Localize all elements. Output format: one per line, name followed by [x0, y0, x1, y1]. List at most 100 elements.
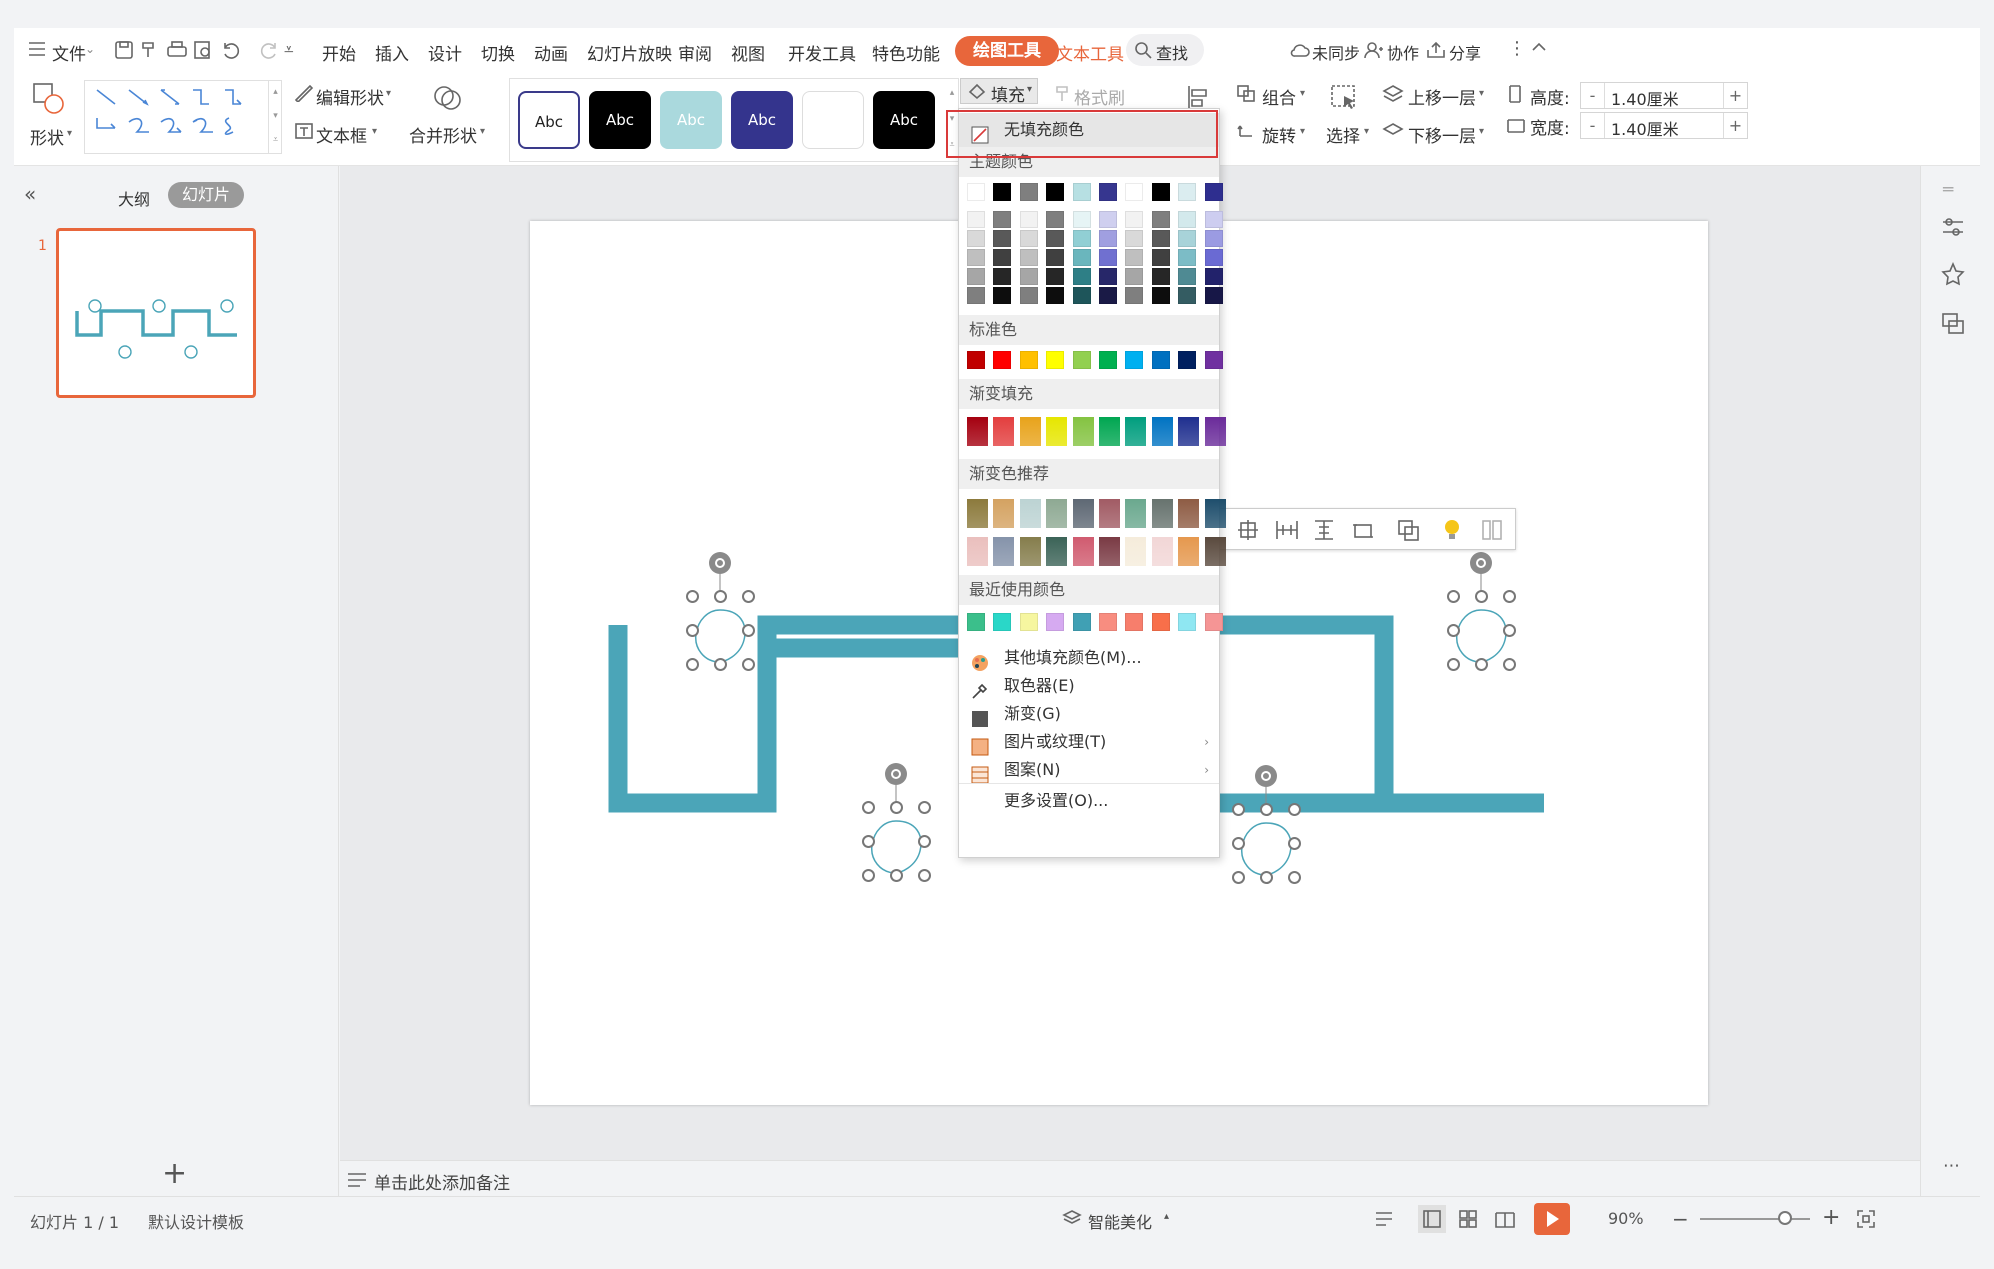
height-field[interactable]: - 1.40厘米 + — [1580, 82, 1748, 109]
gradient-fill-swatch[interactable] — [1099, 417, 1120, 446]
distribute-horizontal-icon[interactable] — [1275, 519, 1299, 546]
gradient-fill-swatch[interactable] — [1125, 417, 1147, 446]
gradient-fill-swatch[interactable] — [1019, 417, 1041, 446]
theme-color-swatch[interactable] — [1072, 183, 1091, 201]
theme-shade-swatch[interactable] — [1204, 268, 1223, 285]
animation-star-icon[interactable] — [1941, 261, 1965, 291]
resize-handle[interactable] — [1446, 589, 1460, 603]
notes-view-icon[interactable] — [1374, 1209, 1400, 1234]
theme-shade-swatch[interactable] — [1019, 249, 1038, 266]
gradient-fill-swatch[interactable] — [1204, 417, 1226, 446]
customize-toolbar-icon[interactable]: ⩡ — [284, 40, 294, 60]
theme-color-swatch[interactable] — [1125, 183, 1144, 201]
gradient-recommend-swatch[interactable] — [967, 499, 988, 528]
theme-shade-swatch[interactable] — [1204, 230, 1223, 247]
standard-color-swatch[interactable] — [1151, 351, 1170, 369]
recent-color-swatch[interactable] — [1019, 613, 1038, 631]
crop-icon[interactable] — [1351, 519, 1375, 546]
theme-shade-swatch[interactable] — [1125, 249, 1144, 266]
chevron-down-icon[interactable]: ▾ — [1364, 126, 1369, 137]
theme-color-swatch[interactable] — [993, 183, 1012, 201]
theme-shade-swatch[interactable] — [993, 287, 1012, 304]
slide-thumbnail[interactable] — [56, 228, 256, 398]
select-button[interactable]: 选择 — [1326, 122, 1360, 147]
height-increment[interactable]: + — [1723, 83, 1747, 108]
resize-handle[interactable] — [1287, 870, 1301, 884]
tab-special[interactable]: 特色功能 — [872, 40, 940, 65]
edit-shape-icon[interactable] — [294, 84, 314, 107]
resize-handle[interactable] — [917, 800, 931, 814]
theme-shade-swatch[interactable] — [1046, 287, 1065, 304]
fill-option[interactable]: 更多设置(O)... — [959, 783, 1219, 817]
theme-shade-swatch[interactable] — [1046, 268, 1065, 285]
gradient-recommend-swatch[interactable] — [1099, 499, 1120, 528]
rotate-handle-icon[interactable] — [1470, 552, 1492, 574]
gradient-recommend-swatch[interactable] — [1151, 537, 1173, 566]
zoom-slider[interactable] — [1700, 1211, 1810, 1225]
group-button[interactable]: 组合 — [1262, 84, 1296, 109]
fill-button[interactable]: 填充 ▾ — [960, 78, 1038, 106]
style-black-2[interactable]: Abc — [873, 91, 935, 149]
theme-shade-swatch[interactable] — [1046, 249, 1065, 266]
standard-color-swatch[interactable] — [1204, 351, 1223, 369]
bring-forward-icon[interactable] — [1382, 84, 1404, 109]
tab-transition[interactable]: 切换 — [481, 40, 515, 65]
resize-handle[interactable] — [1287, 836, 1301, 850]
recent-color-swatch[interactable] — [967, 613, 985, 631]
shape-gallery[interactable] — [84, 80, 282, 154]
rotate-icon[interactable] — [1236, 122, 1256, 145]
gradient-recommend-swatch[interactable] — [1099, 537, 1120, 566]
theme-color-swatch[interactable] — [1178, 183, 1197, 201]
resize-handle[interactable] — [685, 657, 699, 671]
standard-color-swatch[interactable] — [1099, 351, 1117, 369]
theme-shade-swatch[interactable] — [993, 268, 1012, 285]
gradient-recommend-swatch[interactable] — [1072, 537, 1094, 566]
tab-design[interactable]: 设计 — [428, 40, 462, 65]
more-vertical-icon[interactable]: ⋮ — [1508, 38, 1526, 59]
textbox-icon[interactable] — [294, 122, 314, 145]
selected-shape[interactable] — [856, 763, 936, 883]
theme-shade-swatch[interactable] — [1099, 249, 1117, 266]
resize-handle[interactable] — [861, 868, 875, 882]
bring-forward-button[interactable]: 上移一层 — [1408, 84, 1476, 109]
gradient-recommend-swatch[interactable] — [993, 499, 1015, 528]
theme-shade-swatch[interactable] — [1099, 268, 1117, 285]
transition-icon[interactable] — [1941, 312, 1965, 341]
recent-color-swatch[interactable] — [1099, 613, 1117, 631]
theme-shade-swatch[interactable] — [1099, 230, 1117, 247]
width-increment[interactable]: + — [1723, 113, 1747, 138]
chevron-down-icon[interactable]: ▾ — [1479, 88, 1484, 99]
theme-shade-swatch[interactable] — [1151, 230, 1170, 247]
gradient-fill-swatch[interactable] — [1046, 417, 1068, 446]
fit-window-icon[interactable] — [1856, 1209, 1876, 1234]
theme-shade-swatch[interactable] — [1204, 287, 1223, 304]
theme-shade-swatch[interactable] — [1019, 230, 1038, 247]
theme-shade-swatch[interactable] — [1178, 249, 1197, 266]
edit-shape-button[interactable]: 编辑形状 — [316, 84, 384, 109]
style-light-teal[interactable]: Abc — [660, 91, 722, 149]
theme-shade-swatch[interactable] — [1178, 268, 1197, 285]
zoom-level[interactable]: 90% — [1608, 1209, 1644, 1228]
resize-handle[interactable] — [741, 657, 755, 671]
select-icon[interactable] — [1330, 84, 1360, 119]
smart-beautify-icon[interactable] — [1062, 1209, 1082, 1234]
resize-handle[interactable] — [1231, 870, 1245, 884]
tab-review[interactable]: 审阅 — [678, 40, 712, 65]
chevron-down-icon[interactable]: ⌄ — [85, 42, 95, 56]
theme-shade-swatch[interactable] — [993, 249, 1012, 266]
theme-shade-swatch[interactable] — [1072, 268, 1091, 285]
chevron-up-icon[interactable]: ▴ — [1164, 1211, 1169, 1222]
normal-view-icon[interactable] — [1418, 1205, 1446, 1233]
group-icon[interactable] — [1236, 84, 1256, 107]
standard-color-swatch[interactable] — [1072, 351, 1091, 369]
gradient-fill-swatch[interactable] — [1072, 417, 1094, 446]
gradient-recommend-swatch[interactable] — [1019, 499, 1041, 528]
gradient-recommend-swatch[interactable] — [1046, 499, 1068, 528]
chevron-down-icon[interactable]: ▾ — [67, 128, 72, 139]
zoom-in-icon[interactable]: + — [1822, 1205, 1840, 1230]
theme-color-swatch[interactable] — [1099, 183, 1117, 201]
height-value[interactable]: 1.40厘米 — [1611, 86, 1679, 110]
theme-shade-swatch[interactable] — [1151, 287, 1170, 304]
resize-handle[interactable] — [917, 834, 931, 848]
style-white[interactable] — [802, 91, 864, 149]
